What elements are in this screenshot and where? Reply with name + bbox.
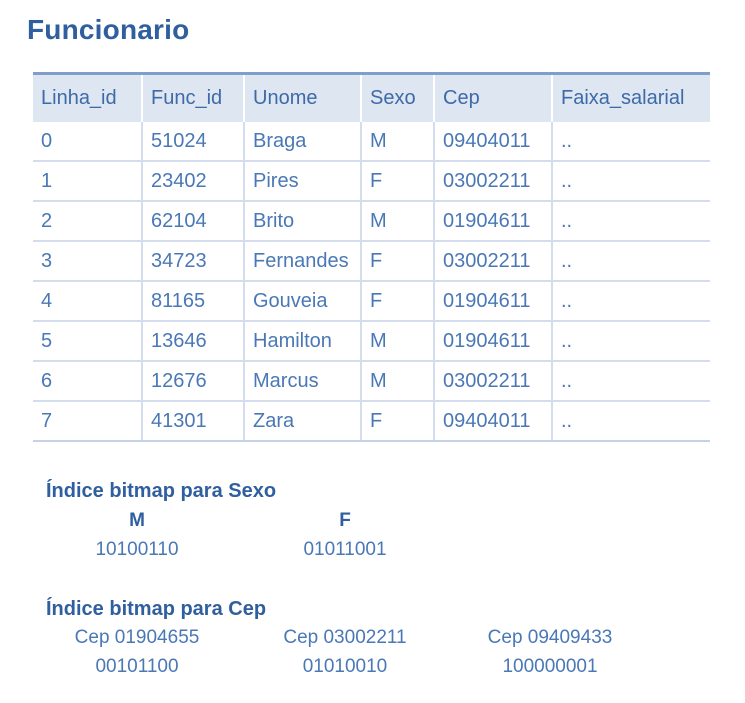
table-cell: 03002211	[434, 241, 553, 282]
table-row: 6 12676 Marcus M 03002211..	[33, 361, 710, 402]
bitmap-cep-label-2: Cep 03002211	[283, 627, 407, 648]
bitmap-sexo-label-m: M	[129, 510, 145, 531]
table-header-row: Linha_id Func_id Unome Sexo Cep Faixa_sa…	[33, 73, 710, 122]
table-cell: 7	[33, 401, 143, 442]
table-cell: 41301	[142, 401, 245, 442]
table-cell: 09404011	[434, 122, 553, 162]
table-cell: 01904611	[434, 281, 553, 322]
table-row: 2 62104 Brito M 01904611..	[33, 201, 710, 242]
table-cell: ..	[552, 361, 710, 402]
column-header: Linha_id	[33, 73, 143, 122]
table-cell: M	[361, 201, 435, 242]
table-cell: 01904611	[434, 321, 553, 362]
table-cell: Zara	[244, 401, 362, 442]
table-row: 0 51024 Braga M 09404011..	[33, 122, 710, 162]
table-cell: M	[361, 321, 435, 362]
table-cell: F	[361, 241, 435, 282]
bitmap-cep-label-3: Cep 09409433	[487, 627, 613, 648]
table-cell: 3	[33, 241, 143, 282]
table-row: 3 34723 Fernandes F 03002211..	[33, 241, 710, 282]
column-header: Unome	[244, 73, 362, 122]
bitmap-sexo-bits-m: 10100110	[95, 539, 179, 560]
bitmap-cep-bits-1: 00101100	[95, 656, 179, 677]
table-cell: M	[361, 361, 435, 402]
table-row: 5 13646 Hamilton M 01904611..	[33, 321, 710, 362]
bitmap-cep-bits-3: 100000001	[502, 656, 598, 677]
table-cell: 01904611	[434, 201, 553, 242]
table-cell: 23402	[142, 161, 245, 202]
table-cell: 81165	[142, 281, 245, 322]
bitmap-sexo-label-f: F	[339, 510, 351, 531]
table-cell: 09404011	[434, 401, 553, 442]
table-cell: 03002211	[434, 361, 553, 402]
table-cell: ..	[552, 161, 710, 202]
table-cell: F	[361, 281, 435, 322]
table-cell: Hamilton	[244, 321, 362, 362]
table-cell: ..	[552, 281, 710, 322]
table-cell: ..	[552, 122, 710, 162]
table-cell: F	[361, 161, 435, 202]
bitmap-sexo-bits-f: 01011001	[303, 539, 387, 560]
table-cell: 2	[33, 201, 143, 242]
table-row: 7 41301 Zara F 09404011..	[33, 401, 710, 442]
table-cell: Braga	[244, 122, 362, 162]
table-cell: ..	[552, 321, 710, 362]
table-cell: Fernandes	[244, 241, 362, 282]
column-header: Cep	[434, 73, 553, 122]
table-cell: ..	[552, 241, 710, 282]
table-cell: 6	[33, 361, 143, 402]
bitmap-sexo-title: Índice bitmap para Sexo	[46, 480, 277, 502]
table-cell: 34723	[142, 241, 245, 282]
column-header: Func_id	[142, 73, 245, 122]
table-cell: Marcus	[244, 361, 362, 402]
bitmap-cep-label-1: Cep 01904655	[74, 627, 200, 648]
bitmap-cep-bits-2: 01010010	[302, 656, 388, 677]
table-row: 4 81165 Gouveia F 01904611..	[33, 281, 710, 322]
table-cell: F	[361, 401, 435, 442]
table-cell: Brito	[244, 201, 362, 242]
bitmap-cep-title: Índice bitmap para Cep	[46, 598, 267, 620]
table-cell: 03002211	[434, 161, 553, 202]
table-cell: 62104	[142, 201, 245, 242]
table-cell: ..	[552, 201, 710, 242]
table-cell: Gouveia	[244, 281, 362, 322]
funcionario-table: Linha_id Func_id Unome Sexo Cep Faixa_sa…	[33, 72, 710, 442]
column-header: Faixa_salarial	[561, 87, 685, 109]
table-cell: Pires	[244, 161, 362, 202]
table-cell: 12676	[142, 361, 245, 402]
table-cell: 4	[33, 281, 143, 322]
table-cell: 13646	[142, 321, 245, 362]
table-cell: 5	[33, 321, 143, 362]
table-cell: ..	[552, 401, 710, 442]
table-cell: 51024	[142, 122, 245, 162]
table-row: 1 23402 Pires F 03002211..	[33, 161, 710, 202]
column-header: Sexo	[361, 73, 435, 122]
table-cell: 1	[33, 161, 143, 202]
page-title: Funcionario	[27, 14, 190, 45]
table-cell: M	[361, 122, 435, 162]
table-cell: 0	[33, 122, 143, 162]
